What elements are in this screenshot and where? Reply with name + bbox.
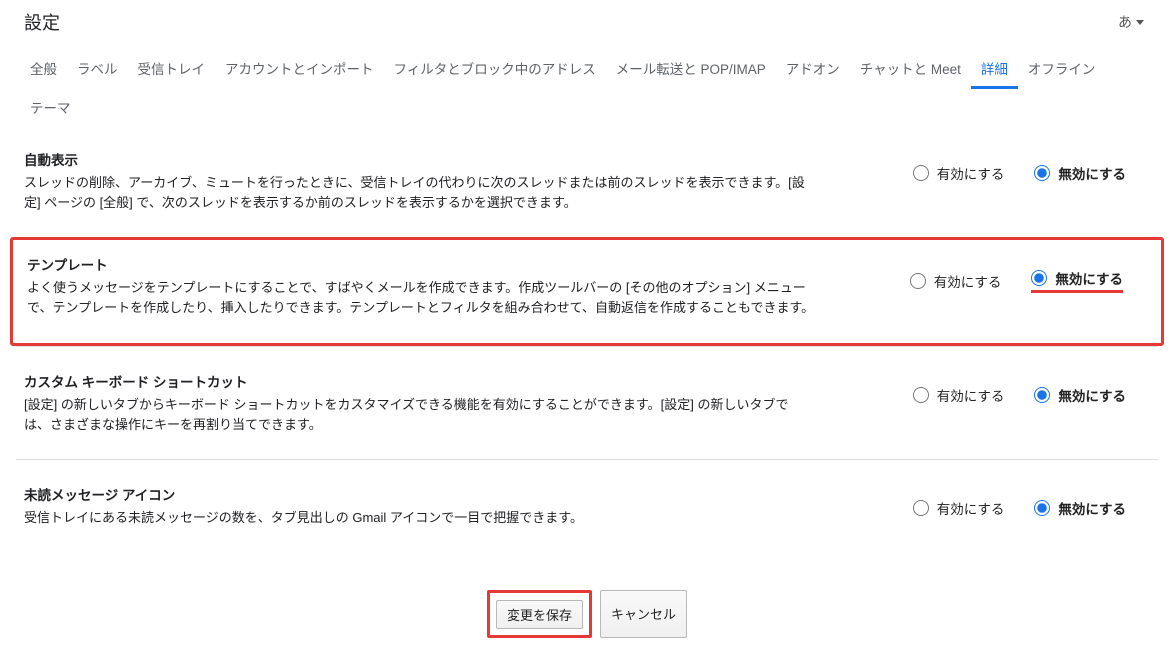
radio-disable-unread-icon[interactable]: 無効にする [1034, 498, 1126, 518]
radio-disable-templates[interactable]: 無効にする [1031, 268, 1123, 293]
radio-enable-input[interactable] [910, 273, 926, 289]
section-templates: テンプレートよく使うメッセージをテンプレートにすることで、すばやくメールを作成で… [13, 240, 1161, 342]
section-desc: スレッドの削除、アーカイブ、ミュートを行ったときに、受信トレイの代わりに次のスレ… [24, 173, 814, 213]
radio-disable-label: 無効にする [1058, 163, 1126, 183]
radio-enable-label: 有効にする [937, 163, 1005, 183]
settings-tabs: 全般ラベル受信トレイアカウントとインポートフィルタとブロック中のアドレスメール転… [0, 46, 1174, 125]
radio-enable-label: 有効にする [934, 271, 1002, 291]
button-row: 変更を保存 キャンセル [0, 572, 1174, 646]
section-desc: 受信トレイにある未読メッセージの数を、タブ見出しの Gmail アイコンで一目で… [24, 508, 814, 528]
radio-disable-custom-shortcuts[interactable]: 無効にする [1034, 385, 1126, 405]
settings-content: 自動表示スレッドの削除、アーカイブ、ミュートを行ったときに、受信トレイの代わりに… [0, 125, 1174, 572]
radio-disable-input[interactable] [1031, 270, 1047, 286]
radio-disable-input[interactable] [1034, 500, 1050, 516]
radio-enable-input[interactable] [913, 387, 929, 403]
radio-disable-input[interactable] [1034, 165, 1050, 181]
radio-enable-templates[interactable]: 有効にする [910, 271, 1002, 291]
tab-10[interactable]: テーマ [20, 89, 81, 125]
radio-disable-auto-advance[interactable]: 無効にする [1034, 163, 1126, 183]
language-selector[interactable]: あ [1112, 8, 1150, 36]
cancel-button[interactable]: キャンセル [600, 590, 687, 638]
section-unread-icon: 未読メッセージ アイコン受信トレイにある未読メッセージの数を、タブ見出しの Gm… [16, 459, 1158, 552]
section-title: テンプレート [27, 254, 817, 274]
section-custom-shortcuts: カスタム キーボード ショートカット [設定] の新しいタブからキーボード ショー… [16, 346, 1158, 459]
radio-enable-label: 有効にする [937, 385, 1005, 405]
section-left: 未読メッセージ アイコン受信トレイにある未読メッセージの数を、タブ見出しの Gm… [24, 484, 814, 528]
section-title: カスタム キーボード ショートカット [24, 371, 814, 391]
tab-0[interactable]: 全般 [20, 50, 67, 89]
radio-disable-label: 無効にする [1058, 498, 1126, 518]
section-options: 有効にする 無効にする [913, 149, 1150, 183]
radio-enable-input[interactable] [913, 165, 929, 181]
section-desc: よく使うメッセージをテンプレートにすることで、すばやくメールを作成できます。作成… [27, 278, 817, 318]
tab-6[interactable]: アドオン [776, 50, 850, 89]
highlight-box-templates: テンプレートよく使うメッセージをテンプレートにすることで、すばやくメールを作成で… [10, 237, 1164, 345]
save-highlight-box: 変更を保存 [487, 590, 592, 638]
tab-8[interactable]: 詳細 [971, 50, 1018, 89]
radio-enable-input[interactable] [913, 500, 929, 516]
section-left: カスタム キーボード ショートカット [設定] の新しいタブからキーボード ショー… [24, 371, 814, 435]
tab-7[interactable]: チャットと Meet [850, 50, 971, 89]
tab-9[interactable]: オフライン [1018, 50, 1106, 89]
tab-1[interactable]: ラベル [67, 50, 128, 89]
radio-enable-auto-advance[interactable]: 有効にする [913, 163, 1005, 183]
radio-disable-label: 無効にする [1055, 268, 1123, 288]
section-title: 未読メッセージ アイコン [24, 484, 814, 504]
language-label: あ [1118, 12, 1132, 32]
section-options: 有効にする 無効にする [910, 254, 1147, 293]
chevron-down-icon [1136, 20, 1144, 25]
radio-enable-label: 有効にする [937, 498, 1005, 518]
tab-5[interactable]: メール転送と POP/IMAP [606, 50, 776, 89]
tab-3[interactable]: アカウントとインポート [215, 50, 384, 89]
radio-enable-custom-shortcuts[interactable]: 有効にする [913, 385, 1005, 405]
radio-enable-unread-icon[interactable]: 有効にする [913, 498, 1005, 518]
section-left: テンプレートよく使うメッセージをテンプレートにすることで、すばやくメールを作成で… [27, 254, 817, 318]
tab-4[interactable]: フィルタとブロック中のアドレス [384, 50, 606, 89]
page-title: 設定 [24, 9, 60, 35]
radio-disable-input[interactable] [1034, 387, 1050, 403]
section-options: 有効にする 無効にする [913, 484, 1150, 518]
section-options: 有効にする 無効にする [913, 371, 1150, 405]
radio-disable-label: 無効にする [1058, 385, 1126, 405]
section-desc: [設定] の新しいタブからキーボード ショートカットをカスタマイズできる機能を有… [24, 395, 814, 435]
section-left: 自動表示スレッドの削除、アーカイブ、ミュートを行ったときに、受信トレイの代わりに… [24, 149, 814, 213]
section-auto-advance: 自動表示スレッドの削除、アーカイブ、ミュートを行ったときに、受信トレイの代わりに… [16, 135, 1158, 237]
section-title: 自動表示 [24, 149, 814, 169]
tab-2[interactable]: 受信トレイ [128, 50, 216, 89]
